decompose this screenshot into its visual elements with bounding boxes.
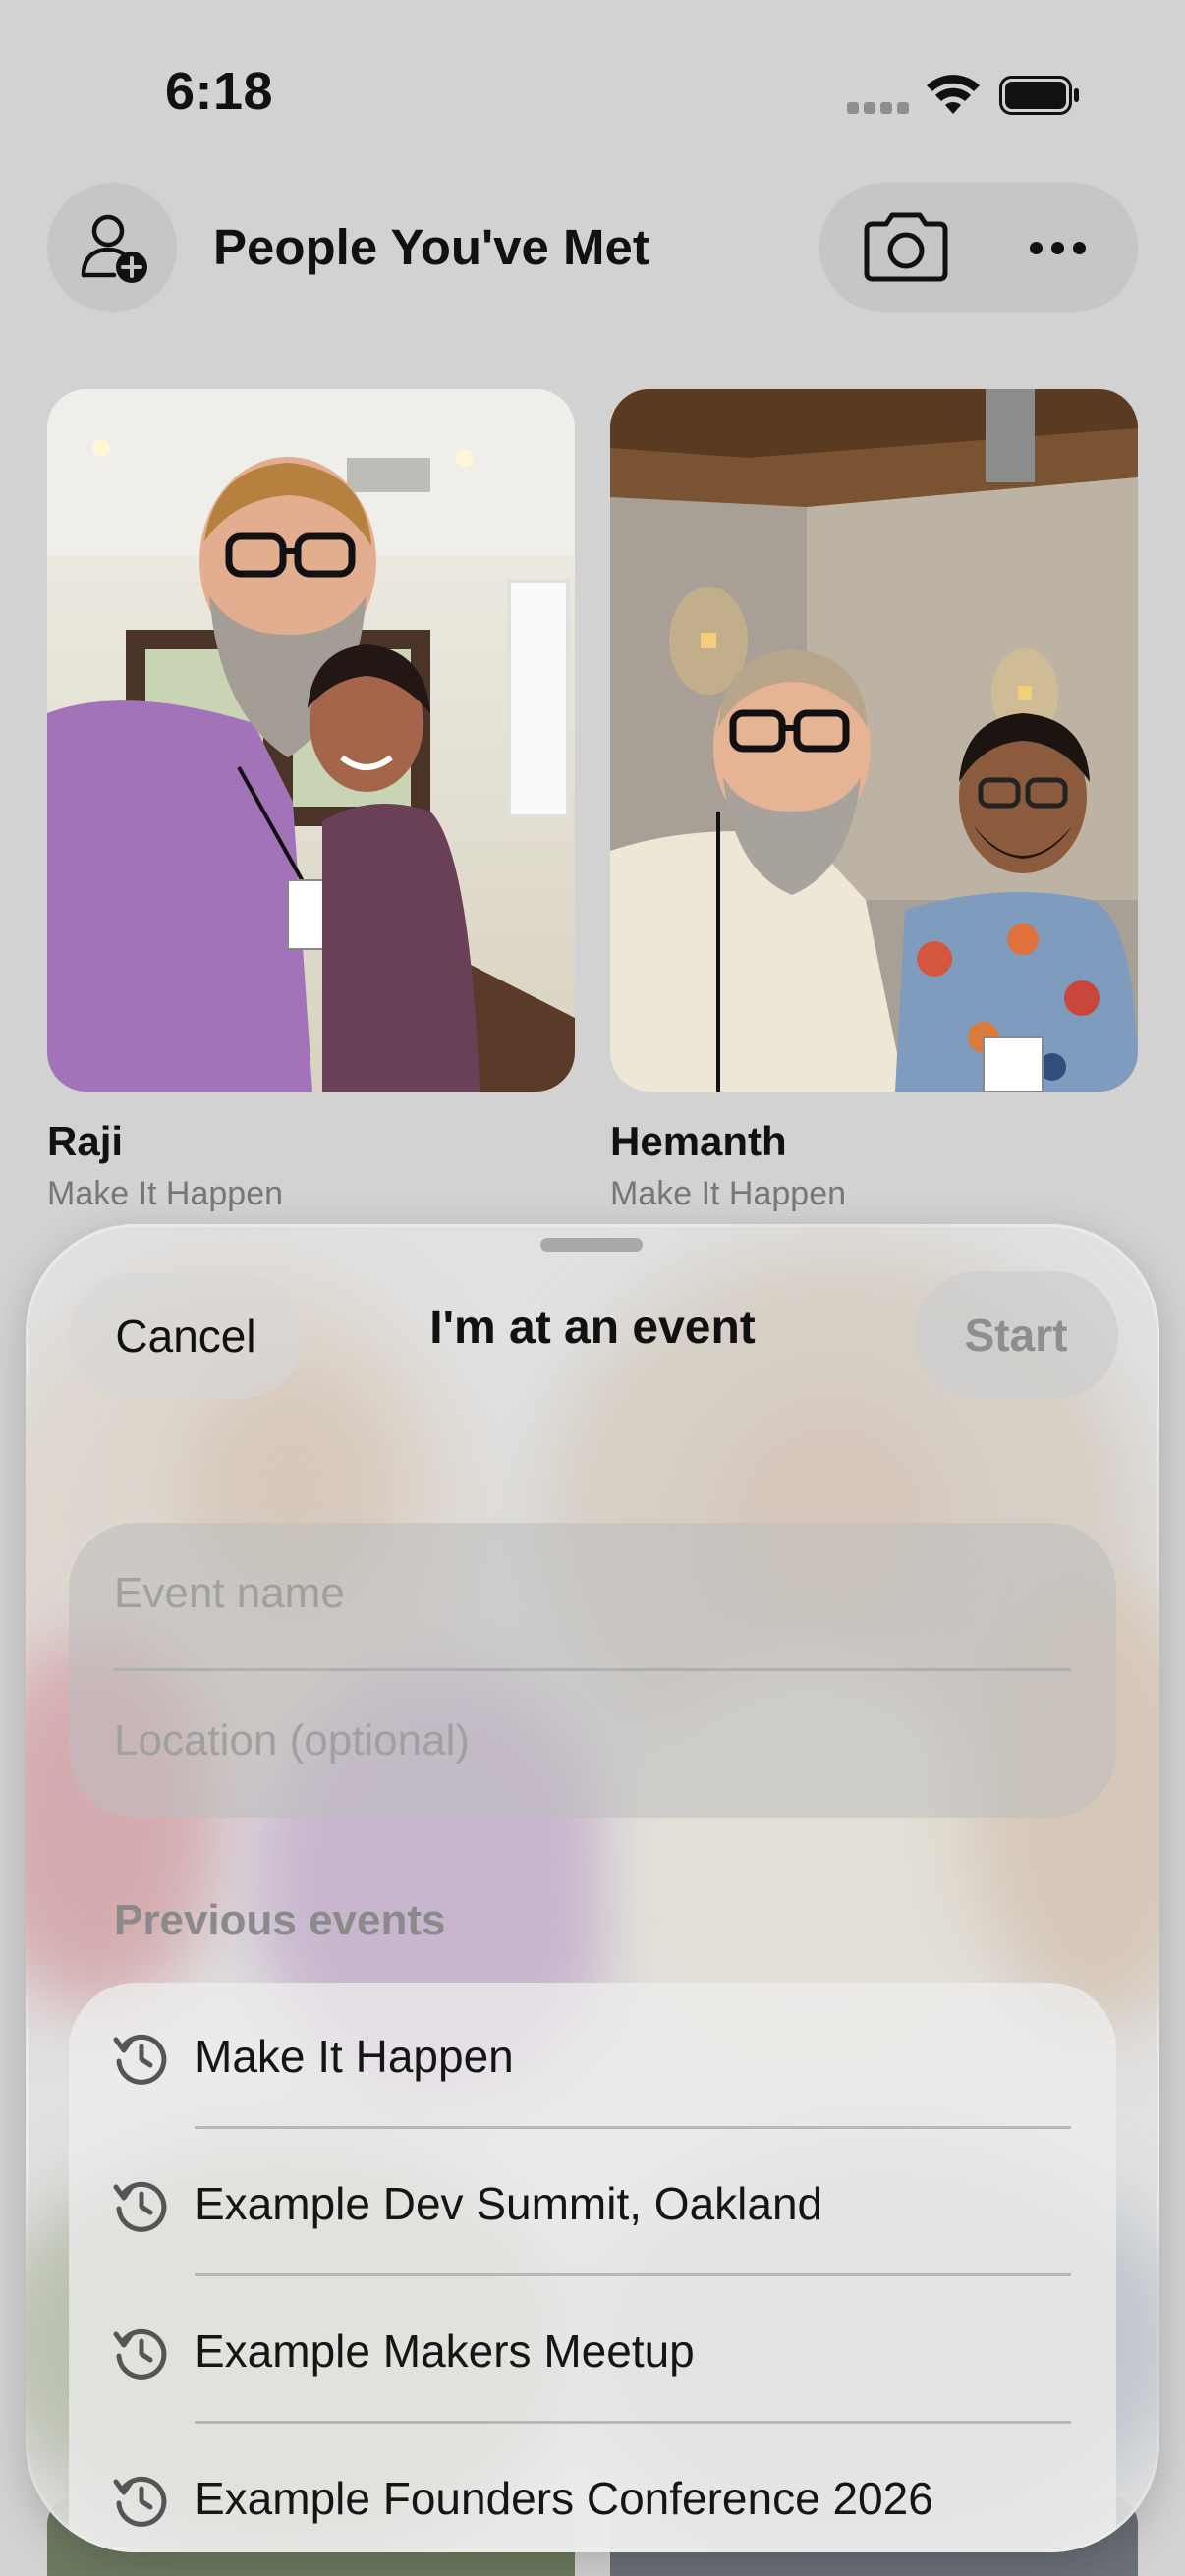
list-item[interactable]: Example Dev Summit, Oakland — [69, 2130, 1116, 2277]
battery-icon — [999, 76, 1079, 115]
contact-photo — [47, 389, 575, 1092]
status-time: 6:18 — [165, 62, 274, 121]
wifi-icon — [927, 75, 980, 114]
list-divider — [195, 2273, 1071, 2276]
history-icon — [113, 2181, 167, 2232]
event-sheet: Cancel I'm at an event Start Previous ev… — [26, 1224, 1159, 2552]
event-name-input[interactable] — [114, 1544, 1071, 1643]
page-title: People You've Met — [213, 219, 649, 275]
person-add-icon — [81, 214, 147, 283]
list-item-label: Example Makers Meetup — [195, 2325, 695, 2377]
list-item-label: Make It Happen — [195, 2031, 514, 2082]
header-actions — [819, 183, 1138, 312]
list-divider — [195, 2126, 1071, 2129]
list-item[interactable]: Make It Happen — [69, 1983, 1116, 2130]
cellular-signal-icon — [847, 102, 909, 116]
camera-icon — [864, 212, 948, 282]
contact-event: Make It Happen — [610, 1175, 847, 1212]
contact-card[interactable]: Raji Make It Happen — [47, 389, 575, 1212]
event-form — [69, 1523, 1116, 1818]
status-bar: 6:18 — [0, 0, 1185, 187]
camera-button[interactable] — [859, 210, 953, 285]
form-divider — [114, 1668, 1071, 1671]
more-button[interactable] — [1010, 212, 1104, 283]
previous-events-title: Previous events — [114, 1896, 446, 1944]
history-icon — [113, 2476, 167, 2527]
contact-name: Hemanth — [610, 1118, 787, 1164]
add-person-button[interactable] — [47, 183, 177, 312]
history-icon — [113, 2328, 167, 2380]
history-icon — [113, 2034, 167, 2085]
previous-events-list: Make It Happen Example Dev Summit, Oakla… — [69, 1983, 1116, 2552]
list-divider — [195, 2421, 1071, 2424]
list-item[interactable]: Example Makers Meetup — [69, 2277, 1116, 2425]
start-button[interactable]: Start — [914, 1271, 1118, 1399]
contact-photo — [610, 389, 1138, 1092]
contact-event: Make It Happen — [47, 1175, 284, 1212]
contact-name: Raji — [47, 1118, 124, 1164]
list-item-label: Example Dev Summit, Oakland — [195, 2178, 823, 2229]
list-item[interactable]: Example Founders Conference 2026 — [69, 2425, 1116, 2552]
list-item-label: Example Founders Conference 2026 — [195, 2473, 933, 2524]
location-input[interactable] — [114, 1692, 1071, 1790]
contact-card[interactable]: Hemanth Make It Happen — [610, 389, 1138, 1212]
sheet-grabber[interactable] — [540, 1238, 643, 1252]
